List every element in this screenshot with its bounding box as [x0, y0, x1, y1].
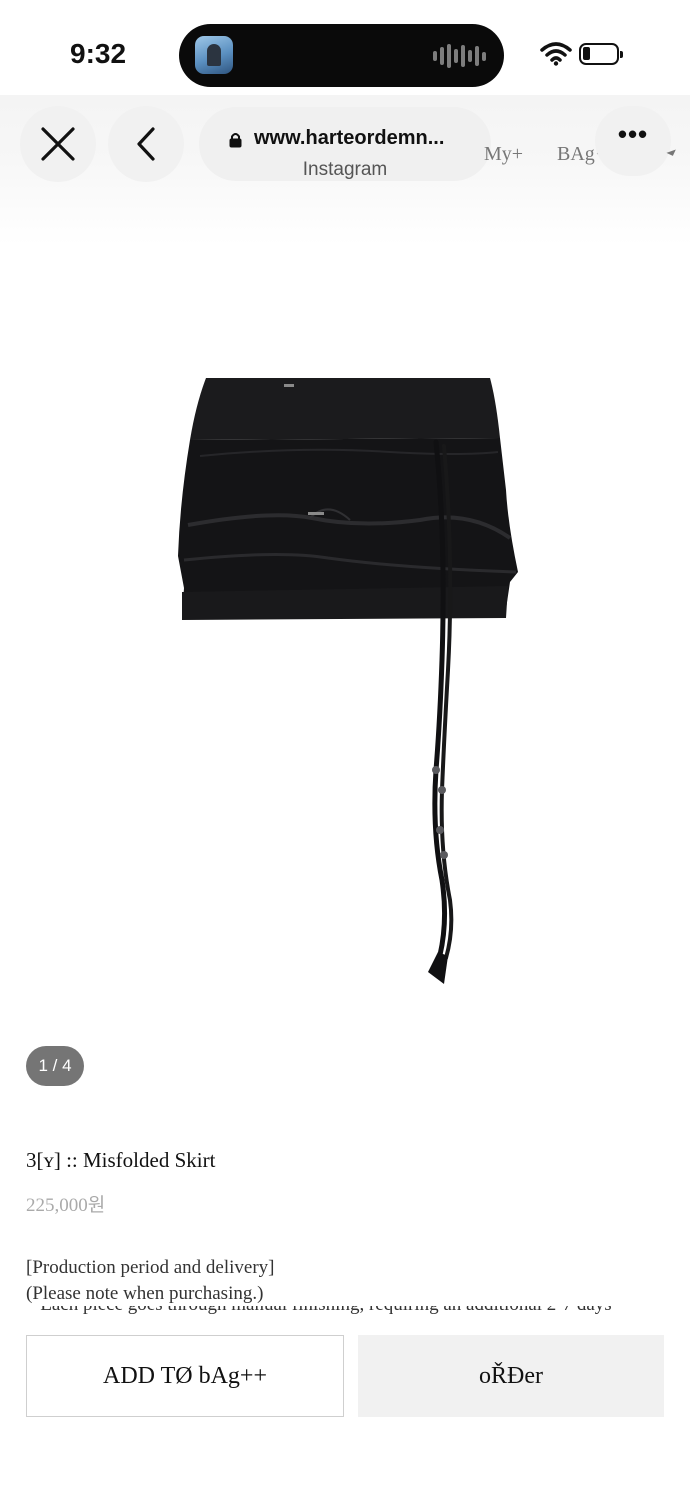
url-text: www.harteordemn...	[254, 127, 445, 149]
wifi-icon	[540, 42, 572, 66]
description-line: * Each piece goes through manual finishi…	[26, 1306, 666, 1316]
audio-waveform-icon	[433, 43, 486, 69]
status-bar: 9:32	[0, 0, 690, 100]
battery-icon	[579, 43, 623, 65]
more-options-button[interactable]: •••	[595, 106, 671, 176]
more-icon: •••	[617, 118, 649, 149]
order-button[interactable]: oŘĐer	[358, 1335, 664, 1417]
close-browser-button[interactable]	[20, 106, 96, 182]
lock-icon	[229, 133, 242, 148]
description-cut-line: * Each piece goes through manual finishi…	[26, 1306, 666, 1317]
back-button[interactable]	[108, 106, 184, 182]
chevron-left-icon	[137, 127, 155, 161]
purchase-bar: ADD TØ bAg++ oŘĐer	[0, 1317, 690, 1500]
header-my-link[interactable]: My+	[484, 143, 523, 166]
add-to-bag-button[interactable]: ADD TØ bAg++	[26, 1335, 344, 1417]
clock: 9:32	[70, 38, 127, 69]
description-line: [Production period and delivery]	[26, 1257, 275, 1278]
product-price: 225,000원	[26, 1195, 106, 1216]
dynamic-island[interactable]	[179, 24, 504, 87]
image-pager-badge: 1 / 4	[26, 1046, 84, 1086]
browser-toolbar: www.harteordemn... Instagram My+ BAg· ••…	[0, 95, 690, 245]
now-playing-artwork-icon	[195, 36, 233, 74]
product-image[interactable]	[160, 360, 540, 1000]
close-icon	[41, 127, 75, 161]
description-line: (Please note when purchasing.)	[26, 1283, 264, 1304]
product-title: 3[ʏ] :: Misfolded Skirt	[26, 1148, 216, 1172]
address-bar[interactable]: www.harteordemn... Instagram	[199, 107, 491, 181]
url-source-label: Instagram	[302, 159, 388, 180]
